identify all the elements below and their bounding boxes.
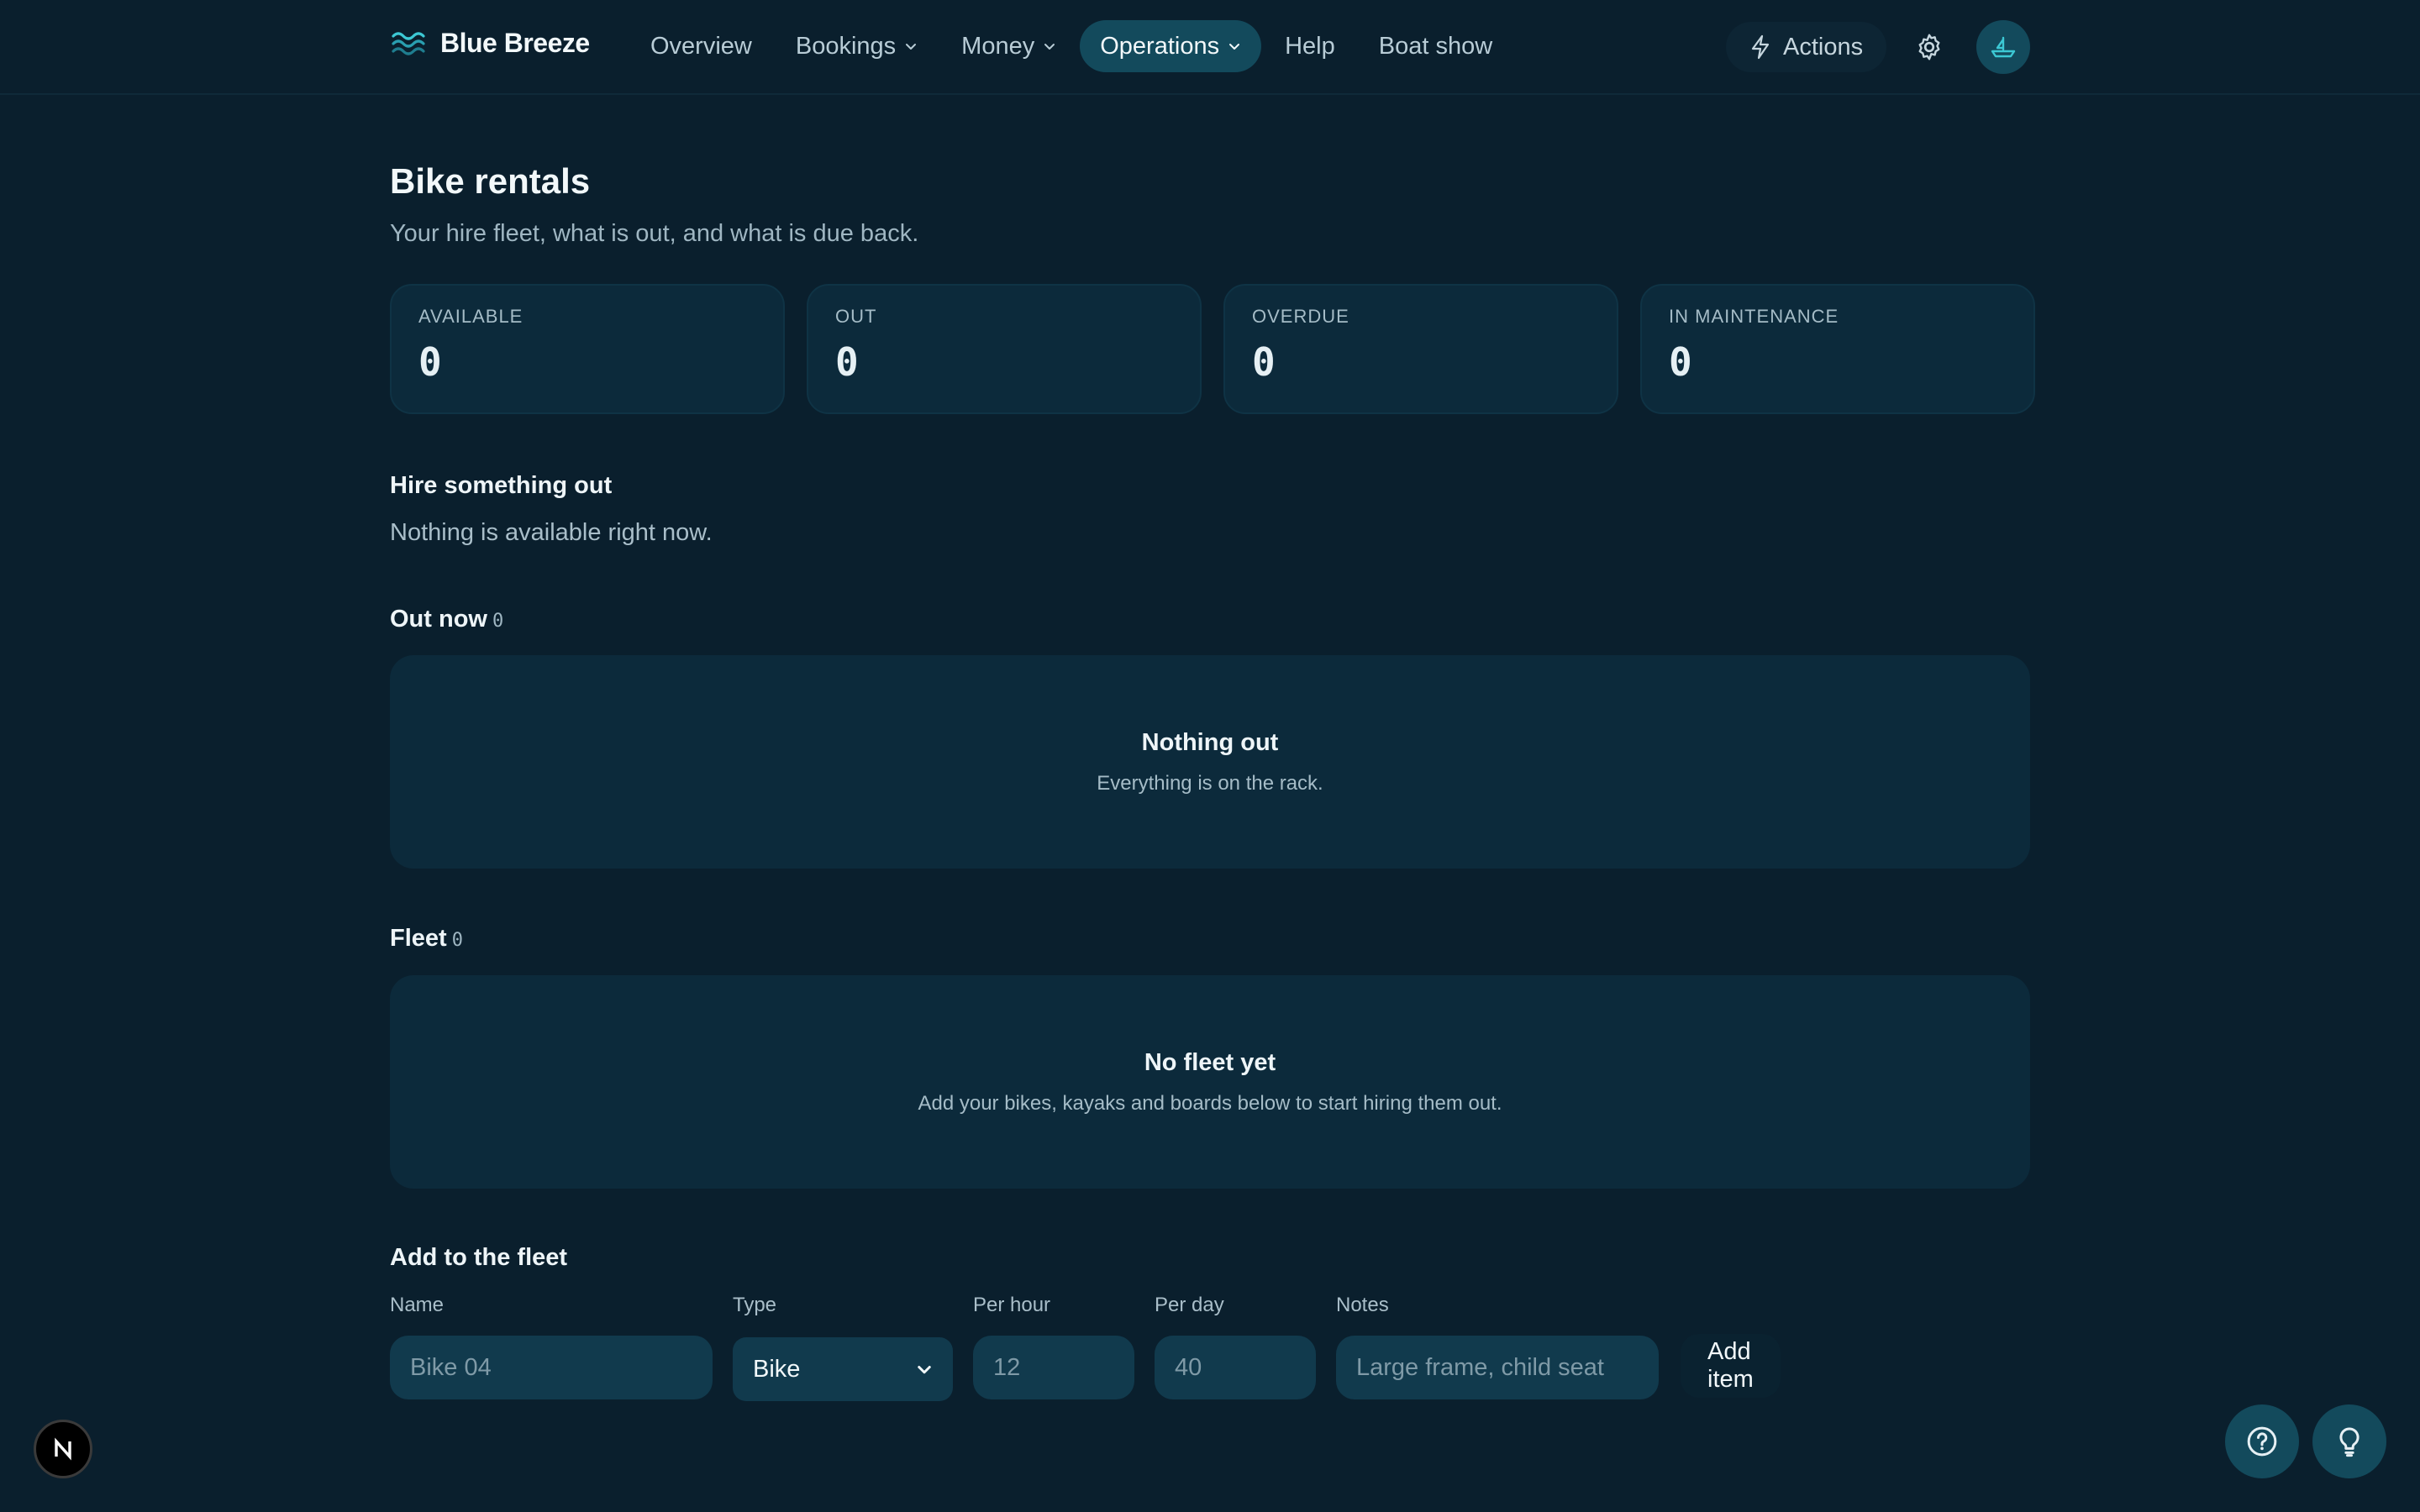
lightning-icon (1751, 34, 1770, 60)
per-hour-field-group: Per hour (973, 1294, 1134, 1399)
hire-message: Nothing is available right now. (390, 519, 713, 546)
nav-boat-show-label: Boat show (1378, 32, 1493, 60)
name-field-group: Name (390, 1294, 713, 1399)
per-day-field-group: Per day (1155, 1294, 1316, 1399)
nav-money[interactable]: Money (941, 20, 1076, 72)
notes-input[interactable] (1336, 1336, 1659, 1399)
fleet-heading-text: Fleet (390, 925, 447, 952)
nav-overview-label: Overview (650, 32, 752, 60)
stats-row: AVAILABLE 0 OUT 0 OVERDUE 0 IN MAINTENAN… (390, 284, 2035, 414)
nav-money-label: Money (961, 32, 1035, 60)
chevron-down-icon (1229, 44, 1240, 50)
fleet-empty-sub: Add your bikes, kayaks and boards below … (918, 1091, 1502, 1115)
nav-boat-show[interactable]: Boat show (1359, 20, 1512, 72)
boat-icon (1991, 36, 2016, 58)
notes-label: Notes (1336, 1294, 1389, 1316)
brand[interactable]: Blue Breeze (390, 24, 590, 62)
waves-logo-icon (392, 32, 425, 55)
nav-operations[interactable]: Operations (1080, 20, 1262, 72)
fleet-heading: Fleet 0 (390, 925, 463, 953)
stat-value: 0 (1669, 339, 1692, 385)
avatar[interactable] (1976, 20, 2030, 74)
out-now-empty-card: Nothing out Everything is on the rack. (390, 655, 2030, 869)
per-day-label: Per day (1155, 1294, 1224, 1316)
name-label: Name (390, 1294, 445, 1316)
type-field-group: Type Bike (733, 1294, 953, 1401)
stat-value: 0 (418, 339, 442, 385)
per-hour-label: Per hour (973, 1294, 1051, 1316)
n-logo-icon (55, 1437, 71, 1461)
fleet-empty-card: No fleet yet Add your bikes, kayaks and … (390, 975, 2030, 1189)
help-circle-icon (2247, 1426, 2277, 1457)
out-now-count: 0 (492, 611, 504, 632)
lightbulb-icon (2339, 1427, 2360, 1457)
actions-label: Actions (1783, 33, 1864, 60)
nav-bookings[interactable]: Bookings (776, 20, 938, 72)
notes-field-group: Notes (1336, 1294, 1659, 1399)
type-select[interactable]: Bike (733, 1337, 953, 1401)
stat-value: 0 (1252, 339, 1276, 385)
stat-value: 0 (835, 339, 859, 385)
nav-overview[interactable]: Overview (630, 20, 772, 72)
chevron-down-icon (1044, 44, 1055, 50)
page-subtitle: Your hire fleet, what is out, and what i… (390, 220, 919, 247)
add-item-button[interactable]: Add item (1681, 1334, 1781, 1398)
stat-in-maintenance: IN MAINTENANCE 0 (1640, 284, 2035, 414)
fleet-count: 0 (451, 930, 463, 951)
chevron-down-icon (918, 1366, 931, 1374)
gear-icon (1918, 34, 1940, 60)
add-fleet-heading: Add to the fleet (390, 1244, 568, 1271)
stat-label: IN MAINTENANCE (1669, 306, 1839, 327)
main-nav: Overview Bookings Money Operations Help … (630, 20, 1512, 72)
help-button[interactable] (2225, 1404, 2299, 1478)
per-hour-input[interactable] (973, 1336, 1134, 1399)
n-logo-button[interactable] (34, 1420, 92, 1478)
actions-button[interactable]: Actions (1726, 22, 1887, 72)
brand-name: Blue Breeze (440, 27, 590, 58)
nav-help-label: Help (1285, 32, 1335, 60)
hire-heading: Hire something out (390, 472, 613, 499)
stat-label: OUT (835, 306, 877, 327)
out-now-empty-title: Nothing out (1141, 728, 1279, 756)
type-label: Type (733, 1294, 777, 1316)
page-title: Bike rentals (390, 161, 591, 201)
tips-button[interactable] (2312, 1404, 2386, 1478)
stat-label: OVERDUE (1252, 306, 1349, 327)
name-input[interactable] (390, 1336, 713, 1399)
nav-bookings-label: Bookings (795, 32, 897, 60)
fleet-empty-title: No fleet yet (1144, 1048, 1276, 1076)
type-select-value: Bike (753, 1355, 801, 1383)
nav-help[interactable]: Help (1265, 20, 1355, 72)
out-now-empty-sub: Everything is on the rack. (1097, 771, 1323, 795)
stat-overdue: OVERDUE 0 (1223, 284, 1618, 414)
per-day-input[interactable] (1155, 1336, 1316, 1399)
stat-available: AVAILABLE 0 (390, 284, 785, 414)
out-now-heading: Out now 0 (390, 606, 503, 633)
stat-out: OUT 0 (807, 284, 1202, 414)
top-navigation-bar: Blue Breeze Overview Bookings Money Oper… (0, 0, 2420, 95)
out-now-heading-text: Out now (390, 606, 487, 633)
chevron-down-icon (906, 44, 917, 50)
settings-button[interactable] (1902, 20, 1956, 74)
stat-label: AVAILABLE (418, 306, 523, 327)
nav-operations-label: Operations (1100, 32, 1220, 60)
